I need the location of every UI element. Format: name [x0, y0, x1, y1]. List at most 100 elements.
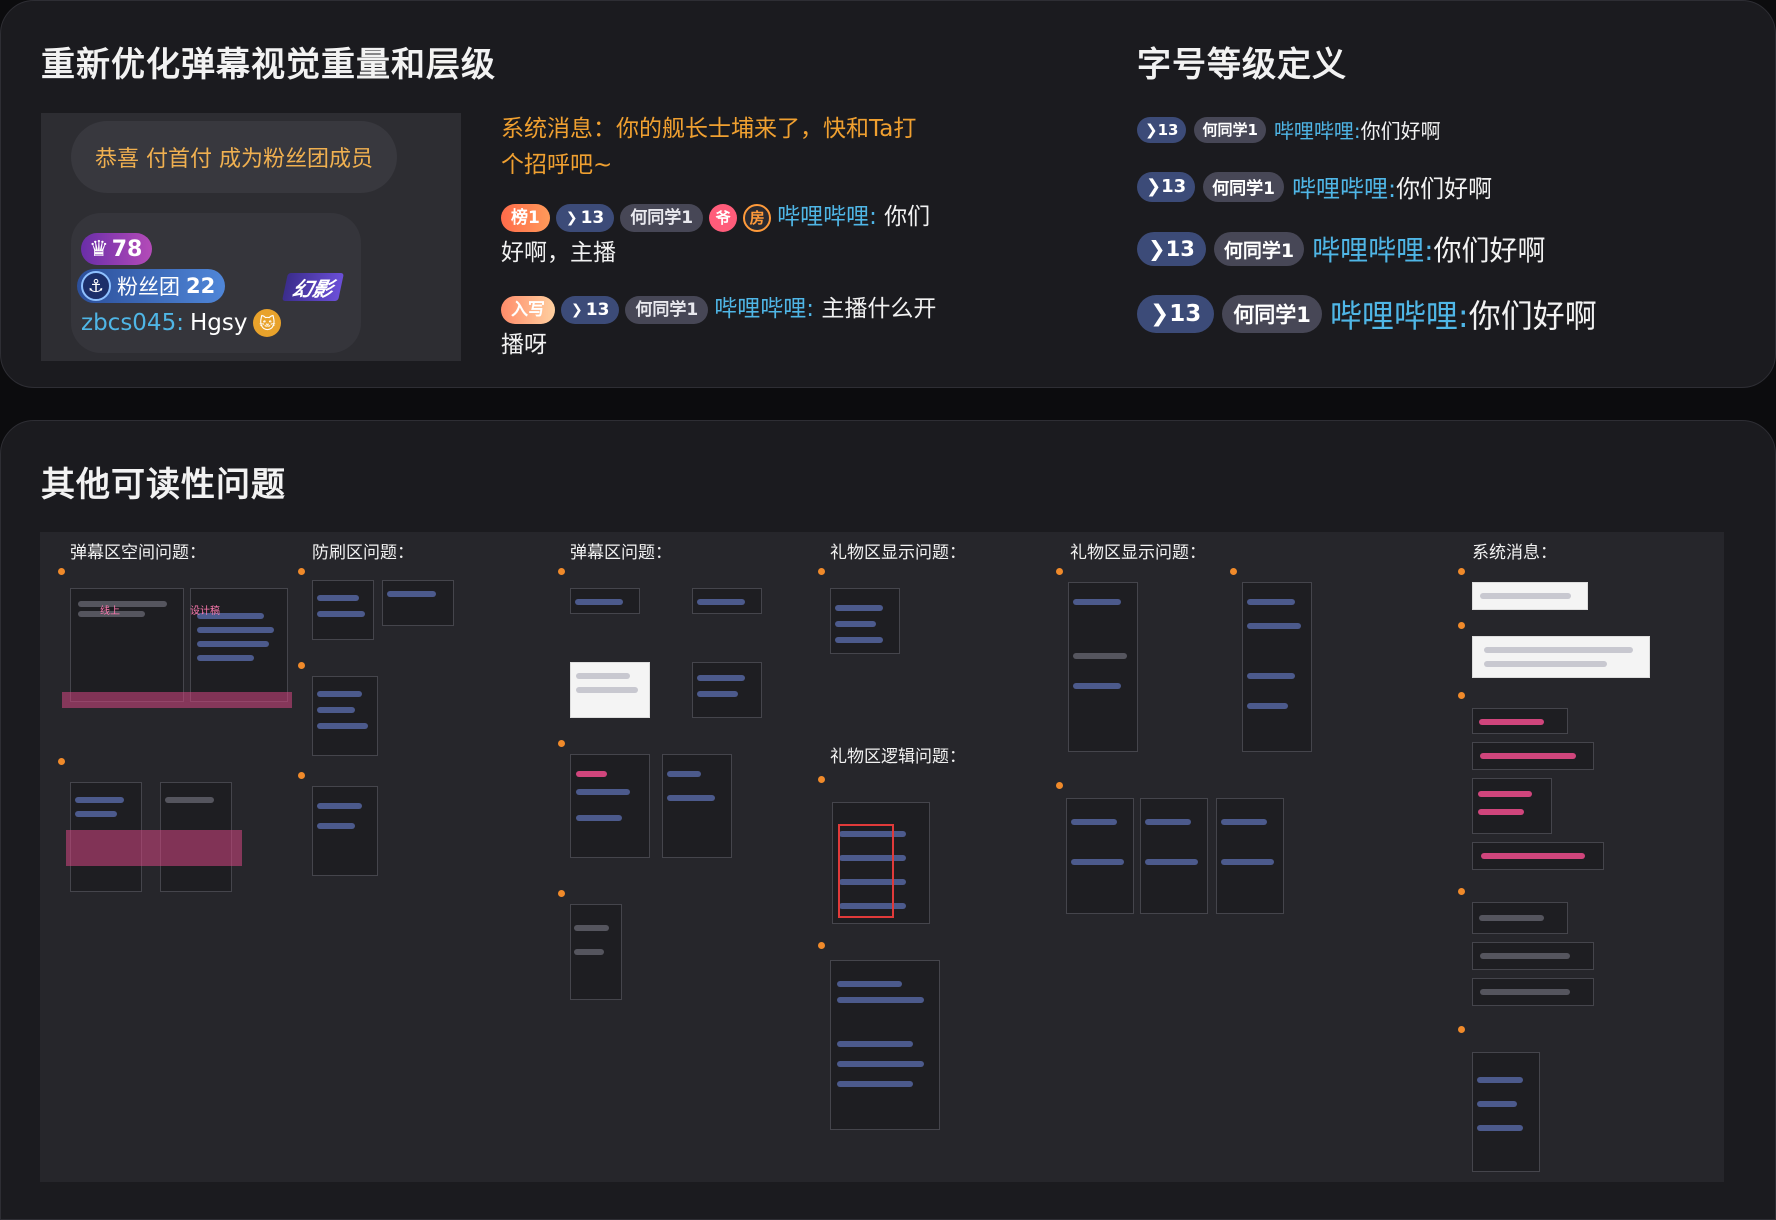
column-title-gift-display: 礼物区显示问题： [830, 543, 966, 563]
phantom-badge: 幻影 [282, 273, 344, 301]
anchor-icon: ⚓ [81, 271, 111, 301]
message-username: 哔哩哔哩: [777, 204, 877, 230]
column-title-system-message: 系统消息： [1472, 543, 1557, 563]
font-level-text: 你们好啊 [1433, 234, 1546, 267]
medal-badge: 何同学1 [1222, 295, 1322, 333]
font-level-text: 你们好啊 [1468, 297, 1597, 335]
note-bullet [1458, 888, 1465, 895]
font-level-text: 你们好啊 [1396, 175, 1493, 203]
screenshot-thumbnail [830, 588, 900, 654]
screenshot-thumbnail [312, 580, 374, 640]
new-user-badge: 入写 [501, 295, 555, 324]
column-title-anti-spam: 防刷区问题： [312, 543, 414, 563]
font-level-username: 哔哩哔哩: [1329, 297, 1469, 335]
level-badge: ❯ 13 [561, 295, 620, 324]
note-bullet [1458, 568, 1465, 575]
screenshot-thumbnail [1472, 842, 1604, 870]
medal-badge: 何同学1 [620, 203, 704, 232]
note-bullet [818, 942, 825, 949]
screenshot-thumbnail [1140, 798, 1208, 914]
screenshot-thumbnail [662, 754, 732, 858]
column-title-danmaku-area: 弹幕区问题： [570, 543, 672, 563]
screenshot-thumbnail [1472, 708, 1568, 734]
section-title-readability: 其他可读性问题 [41, 465, 286, 505]
screenshot-thumbnail [1066, 798, 1134, 914]
section-title-fontsize: 字号等级定义 [1137, 45, 1347, 85]
note-bullet [298, 772, 305, 779]
note-bullet [1230, 568, 1237, 575]
level-badge: ❯ 13 [1137, 171, 1196, 202]
screenshot-thumbnail [692, 662, 762, 718]
font-level-row-1: ❯ 13 何同学1 哔哩哔哩: 你们好啊 [1137, 115, 1441, 144]
medal-badge: 何同学1 [1213, 232, 1305, 266]
screenshot-thumbnail [1472, 1052, 1540, 1172]
chevron-down-icon: ❯ [565, 209, 578, 226]
highlight-band [66, 830, 242, 866]
top-panel: 重新优化弹幕视觉重量和层级 恭喜 付首付 成为粉丝团成员 ♛ 78 ⚓ 粉丝团 … [0, 0, 1776, 388]
note-bullet [558, 890, 565, 897]
grandpa-icon: 爷 [709, 203, 738, 232]
level-badge: ❯ 13 [1137, 116, 1187, 143]
cat-emoji-icon: 🐱 [253, 309, 282, 337]
note-bullet [58, 758, 65, 765]
note-bullet [1458, 1026, 1465, 1033]
font-level-row-3: ❯ 13 何同学1 哔哩哔哩: 你们好啊 [1137, 229, 1546, 269]
screenshot-thumbnail [312, 786, 378, 876]
screenshot-thumbnail [1068, 582, 1138, 752]
column-title-danmaku-space: 弹幕区空间问题： [70, 543, 206, 563]
system-message: 系统消息：你的舰长士埔来了，快和Ta打个招呼吧~ [501, 116, 917, 178]
level-badge: ❯ 13 [1137, 232, 1206, 266]
note-bullet [1458, 622, 1465, 629]
screenshot-thumbnail [1472, 742, 1594, 770]
medal-badge: 何同学1 [1194, 116, 1266, 143]
screenshot-thumbnail [312, 676, 378, 756]
danmaku-preview-card: 恭喜 付首付 成为粉丝团成员 ♛ 78 ⚓ 粉丝团 22 幻影 zbcs045:… [41, 113, 461, 361]
thumb-label-design: 设计稿 [190, 606, 220, 617]
font-level-text: 你们好啊 [1360, 119, 1441, 143]
user-level-badge: ♛ 78 [81, 233, 153, 265]
screenshot-thumbnail [570, 904, 622, 1000]
screenshot-thumbnail [830, 960, 940, 1130]
column-title-gift-logic: 礼物区逻辑问题： [830, 747, 966, 767]
level-badge: ❯ 13 [1137, 295, 1215, 333]
crown-icon: ♛ [89, 236, 109, 262]
font-level-username: 哔哩哔哩: [1292, 175, 1397, 203]
note-bullet [818, 776, 825, 783]
screenshot-thumbnail [692, 588, 762, 614]
room-admin-icon: 房 [743, 203, 772, 232]
screenshot-thumbnail [1216, 798, 1284, 914]
font-level-username: 哔哩哔哩: [1273, 119, 1361, 143]
note-bullet [1056, 568, 1063, 575]
chat-username: zbcs045: [81, 310, 184, 336]
readability-board: 弹幕区空间问题： 防刷区问题： 弹幕区问题： 礼物区显示问题： 礼物区显示问题：… [40, 532, 1724, 1182]
danmaku-message-1: 榜1 ❯ 13 何同学1 爷房哔哩哔哩: 你们好啊，主播 [501, 199, 941, 271]
thumb-label-online: 线上 [100, 606, 120, 617]
fan-club-congrats-banner: 恭喜 付首付 成为粉丝团成员 [71, 121, 397, 193]
medal-badge: 何同学1 [625, 295, 709, 324]
note-bullet [558, 740, 565, 747]
note-bullet [558, 568, 565, 575]
level-badge: ❯ 13 [555, 203, 615, 232]
screenshot-thumbnail [1472, 636, 1650, 678]
note-bullet [298, 662, 305, 669]
chat-message-text: Hgsy [189, 310, 248, 336]
highlight-box [838, 824, 894, 918]
note-bullet [1056, 782, 1063, 789]
font-level-row-2: ❯ 13 何同学1 哔哩哔哩: 你们好啊 [1137, 169, 1492, 204]
screenshot-thumbnail [570, 588, 640, 614]
section-title-hierarchy: 重新优化弹幕视觉重量和层级 [41, 45, 496, 85]
message-username: 哔哩哔哩: [714, 296, 814, 322]
note-bullet [298, 568, 305, 575]
note-bullet [58, 568, 65, 575]
screenshot-thumbnail [570, 662, 650, 718]
fan-club-badge: ⚓ 粉丝团 22 [77, 269, 226, 303]
font-level-row-4: ❯ 13 何同学1 哔哩哔哩: 你们好啊 [1137, 291, 1597, 337]
chat-bubble: ♛ 78 ⚓ 粉丝团 22 幻影 zbcs045: Hgsy 🐱 [71, 213, 361, 353]
chevron-down-icon: ❯ [571, 301, 583, 318]
screenshot-thumbnail [1472, 942, 1594, 970]
screenshot-thumbnail [382, 580, 454, 626]
screenshot-thumbnail [570, 754, 650, 858]
screenshot-thumbnail [1242, 582, 1312, 752]
rank-badge: 榜1 [501, 203, 550, 232]
screenshot-thumbnail [70, 588, 184, 702]
